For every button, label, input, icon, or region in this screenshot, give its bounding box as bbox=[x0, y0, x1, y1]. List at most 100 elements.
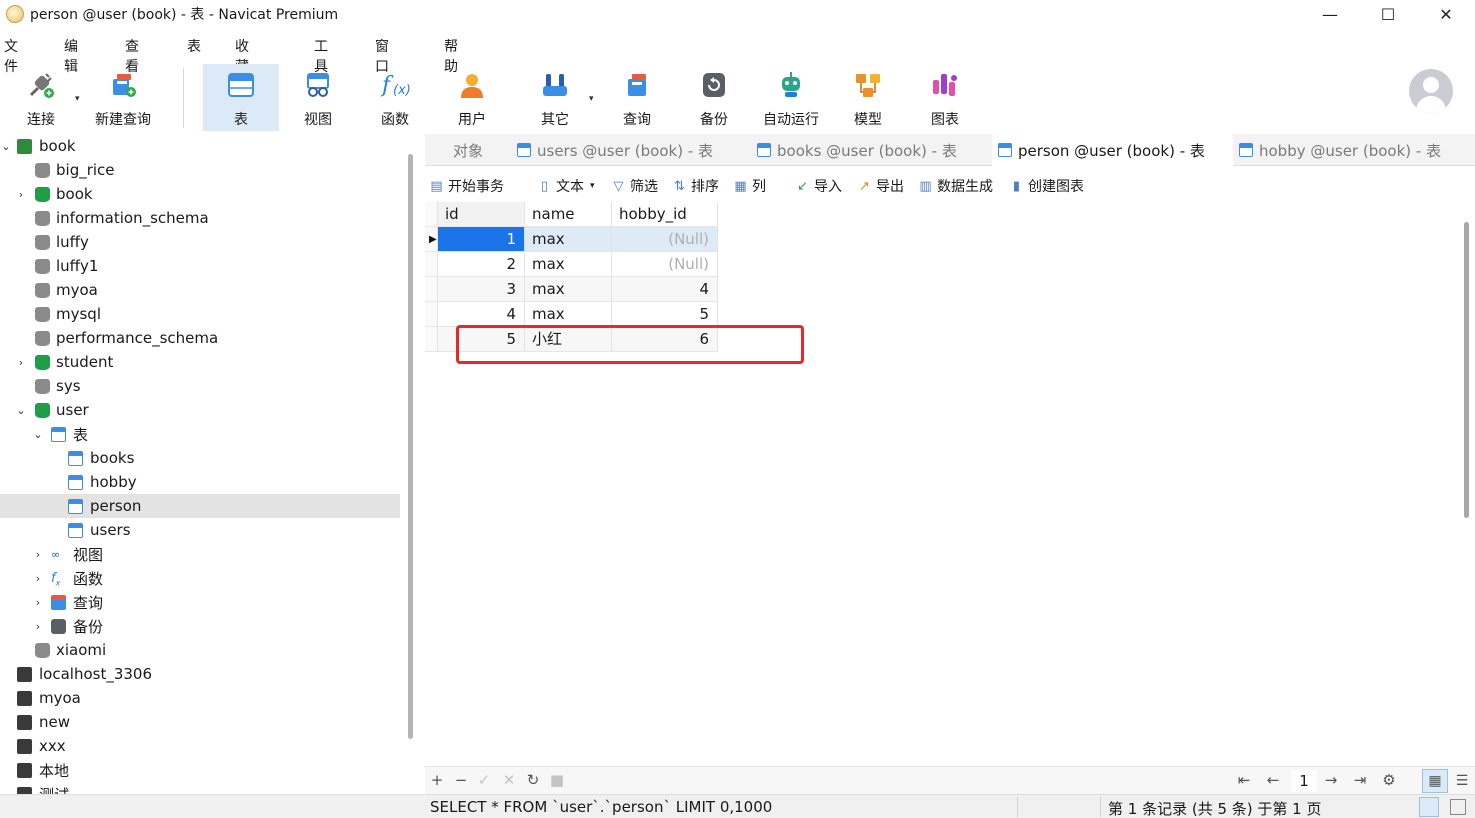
other-dropdown-icon[interactable]: ▾ bbox=[589, 94, 594, 104]
column-header-hobby-id[interactable]: hobby_id bbox=[612, 202, 718, 227]
minimize-button[interactable]: — bbox=[1301, 0, 1359, 28]
tree-group-tables[interactable]: ⌄ 表 bbox=[0, 422, 400, 446]
cell-name[interactable]: max bbox=[525, 277, 612, 302]
cell-name[interactable]: max bbox=[525, 252, 612, 277]
tree-db-luffy1[interactable]: luffy1 bbox=[0, 254, 400, 278]
tree-connection-myoa[interactable]: myoa bbox=[0, 686, 400, 710]
discard-changes-button[interactable]: ✕ bbox=[500, 771, 518, 789]
tree-table-person[interactable]: person bbox=[0, 494, 400, 518]
new-query-button[interactable]: 新建查询 bbox=[85, 64, 161, 131]
tree-table-books[interactable]: books bbox=[0, 446, 400, 470]
cell-id[interactable]: 4 bbox=[438, 302, 525, 327]
form-view-button[interactable]: ☰ bbox=[1449, 769, 1475, 793]
cell-id[interactable]: 1 bbox=[438, 227, 525, 252]
row-marker[interactable] bbox=[425, 252, 438, 277]
tree-table-hobby[interactable]: hobby bbox=[0, 470, 400, 494]
cell-name[interactable]: max bbox=[525, 227, 612, 252]
close-button[interactable]: ✕ bbox=[1417, 0, 1475, 28]
chevron-down-icon[interactable]: ⌄ bbox=[32, 428, 44, 441]
tree-group-queries[interactable]: › 查询 bbox=[0, 590, 400, 614]
next-page-button[interactable]: → bbox=[1322, 771, 1340, 789]
grid-view-button[interactable]: ▦ bbox=[1422, 769, 1448, 793]
cell-name[interactable]: max bbox=[525, 302, 612, 327]
tree-db-performance-schema[interactable]: performance_schema bbox=[0, 326, 400, 350]
tree-group-functions[interactable]: › fx 函数 bbox=[0, 566, 400, 590]
column-header-id[interactable]: id bbox=[438, 202, 525, 227]
chevron-right-icon[interactable]: › bbox=[32, 596, 44, 609]
query-button[interactable]: 查询 bbox=[599, 64, 675, 131]
view-button[interactable]: 视图 bbox=[280, 64, 356, 131]
chart-button[interactable]: 图表 bbox=[907, 64, 983, 131]
tree-connection-new[interactable]: new bbox=[0, 710, 400, 734]
user-button[interactable]: 用户 bbox=[434, 64, 510, 131]
export-button[interactable]: ↗ 导出 bbox=[857, 176, 904, 196]
row-marker[interactable] bbox=[425, 277, 438, 302]
column-header-name[interactable]: name bbox=[525, 202, 612, 227]
chevron-right-icon[interactable]: › bbox=[32, 572, 44, 585]
stop-button[interactable]: ■ bbox=[548, 771, 566, 789]
refresh-button[interactable]: ↻ bbox=[524, 771, 542, 789]
tree-table-users[interactable]: users bbox=[0, 518, 400, 542]
add-record-button[interactable]: + bbox=[428, 771, 446, 789]
chevron-right-icon[interactable]: › bbox=[32, 548, 44, 561]
import-button[interactable]: ↙ 导入 bbox=[795, 176, 842, 196]
info-panel-toggle-icon[interactable] bbox=[1450, 799, 1466, 815]
begin-transaction-button[interactable]: ▤ 开始事务 bbox=[429, 176, 504, 196]
cell-hobby-id[interactable]: 4 bbox=[612, 277, 718, 302]
last-page-button[interactable]: ⇥ bbox=[1351, 771, 1369, 789]
chevron-right-icon[interactable]: › bbox=[32, 620, 44, 633]
sidebar-panel-toggle-icon[interactable] bbox=[1419, 797, 1439, 817]
chevron-right-icon[interactable]: › bbox=[15, 188, 27, 201]
cell-hobby-id[interactable]: (Null) bbox=[612, 227, 718, 252]
model-button[interactable]: 模型 bbox=[830, 64, 906, 131]
user-avatar[interactable] bbox=[1409, 69, 1453, 113]
automation-button[interactable]: 自动运行 bbox=[753, 64, 829, 131]
tree-group-backups[interactable]: › 备份 bbox=[0, 614, 400, 638]
tab-users[interactable]: users @user (book) - 表 bbox=[511, 134, 751, 166]
sidebar-scrollbar[interactable] bbox=[408, 154, 413, 739]
tree-db-big-rice[interactable]: big_rice bbox=[0, 158, 400, 182]
tree-group-views[interactable]: › ∞ 视图 bbox=[0, 542, 400, 566]
row-marker[interactable] bbox=[425, 302, 438, 327]
row-marker[interactable]: ▶ bbox=[425, 227, 438, 252]
apply-changes-button[interactable]: ✓ bbox=[475, 771, 493, 789]
tree-connection-book[interactable]: ⌄ book bbox=[0, 134, 400, 158]
tree-db-myoa[interactable]: myoa bbox=[0, 278, 400, 302]
tree-db-mysql[interactable]: mysql bbox=[0, 302, 400, 326]
tree-db-student[interactable]: › student bbox=[0, 350, 400, 374]
page-number-input[interactable]: 1 bbox=[1291, 770, 1317, 792]
tree-db-book[interactable]: › book bbox=[0, 182, 400, 206]
tree-connection-local[interactable]: 本地 bbox=[0, 758, 400, 782]
tab-books[interactable]: books @user (book) - 表 bbox=[751, 134, 992, 166]
first-page-button[interactable]: ⇤ bbox=[1235, 771, 1253, 789]
tree-db-information-schema[interactable]: information_schema bbox=[0, 206, 400, 230]
tree-db-luffy[interactable]: luffy bbox=[0, 230, 400, 254]
chevron-right-icon[interactable]: › bbox=[15, 356, 27, 369]
filter-button[interactable]: ▽ 筛选 bbox=[611, 176, 659, 196]
tab-objects[interactable]: 对象 bbox=[425, 134, 511, 166]
row-marker[interactable] bbox=[425, 327, 438, 352]
gear-icon[interactable]: ⚙ bbox=[1380, 771, 1398, 789]
cell-hobby-id[interactable]: 5 bbox=[612, 302, 718, 327]
tree-connection-localhost[interactable]: localhost_3306 bbox=[0, 662, 400, 686]
tree-connection-test[interactable]: 测试 bbox=[0, 782, 400, 794]
function-button[interactable]: f (x) 函数 bbox=[357, 64, 433, 131]
maximize-button[interactable]: ☐ bbox=[1359, 0, 1417, 28]
menu-table[interactable]: 表 bbox=[183, 36, 205, 56]
connect-button[interactable]: 连接 bbox=[3, 64, 79, 131]
tab-person[interactable]: person @user (book) - 表 bbox=[992, 134, 1233, 166]
cell-id[interactable]: 2 bbox=[438, 252, 525, 277]
tree-connection-xxx[interactable]: xxx bbox=[0, 734, 400, 758]
chevron-down-icon[interactable]: ⌄ bbox=[15, 404, 27, 417]
cell-id[interactable]: 3 bbox=[438, 277, 525, 302]
connect-dropdown-icon[interactable]: ▾ bbox=[75, 94, 80, 104]
text-button[interactable]: ▯ 文本 ▾ bbox=[537, 176, 595, 196]
delete-record-button[interactable]: − bbox=[452, 771, 470, 789]
sort-button[interactable]: ⇅ 排序 bbox=[672, 176, 719, 196]
data-generation-button[interactable]: ▥ 数据生成 bbox=[918, 176, 993, 196]
columns-button[interactable]: ▦ 列 bbox=[733, 176, 766, 196]
chevron-down-icon[interactable]: ⌄ bbox=[0, 140, 12, 153]
backup-button[interactable]: 备份 bbox=[676, 64, 752, 131]
cell-hobby-id[interactable]: (Null) bbox=[612, 252, 718, 277]
table-button[interactable]: 表 bbox=[203, 64, 279, 131]
